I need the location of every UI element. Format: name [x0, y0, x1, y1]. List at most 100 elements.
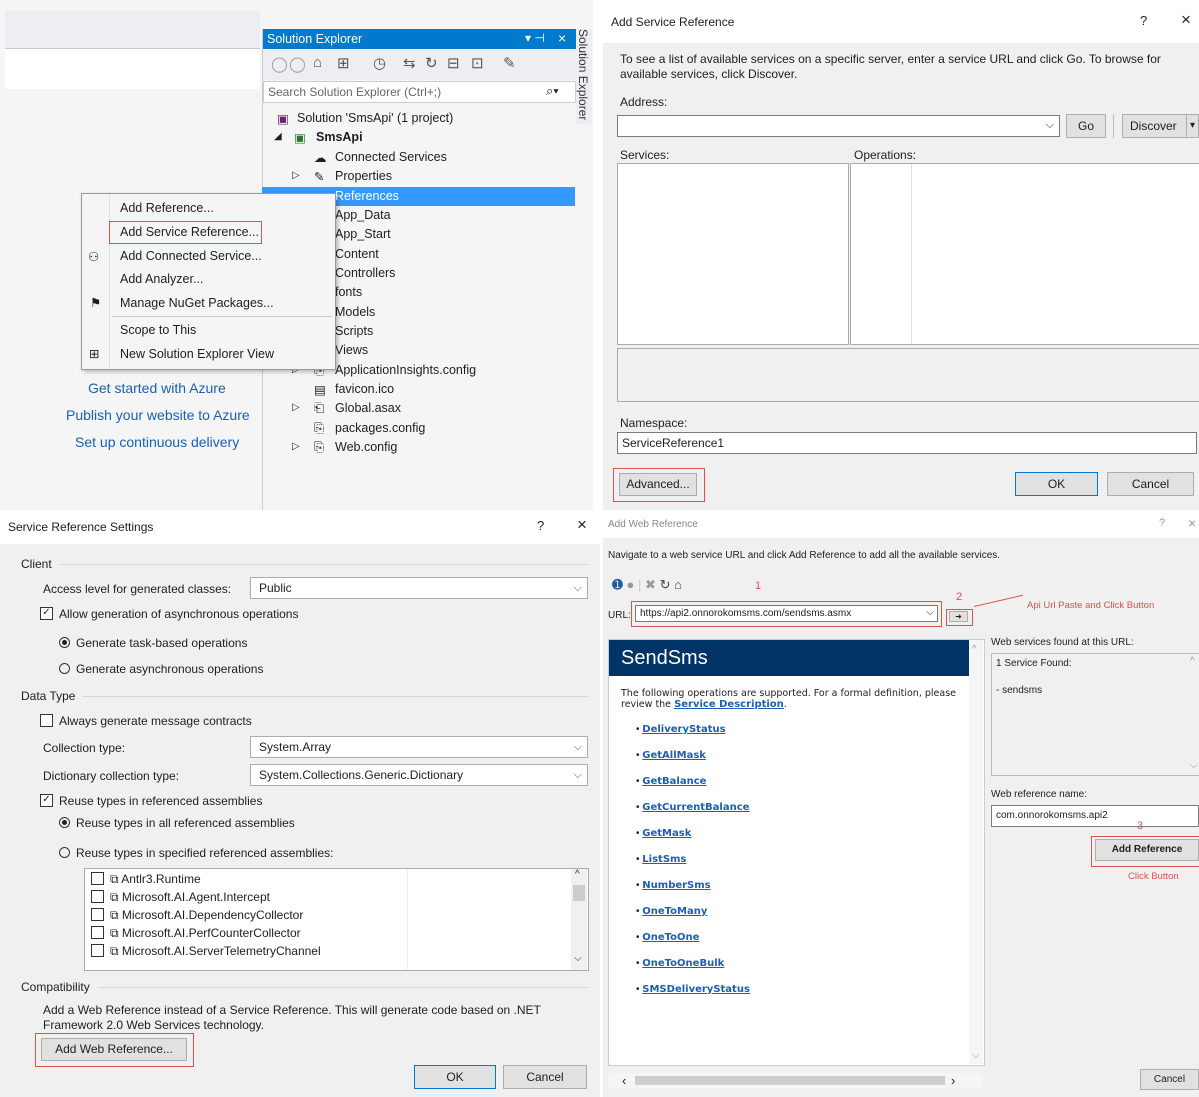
tree-global-asax[interactable]: Global.asax	[335, 401, 401, 415]
history-icon[interactable]: ◷	[373, 54, 386, 72]
back-icon[interactable]: ◯	[271, 55, 288, 73]
menu-add-reference[interactable]: Add Reference...	[120, 201, 214, 215]
access-level-select[interactable]: Public ⌵	[250, 577, 588, 599]
namespace-input[interactable]: ServiceReference1	[617, 432, 1197, 454]
url-input[interactable]: https://api2.onnorokomsms.com/sendsms.as…	[635, 605, 938, 622]
tree-project[interactable]: SmsApi	[316, 130, 363, 144]
tree-app-start[interactable]: App_Start	[335, 227, 391, 241]
chevron-down-icon[interactable]: ▾	[1185, 115, 1195, 137]
add-reference-button[interactable]: Add Reference	[1095, 839, 1199, 861]
cancel-button[interactable]: Cancel	[1140, 1069, 1199, 1090]
add-web-reference-button[interactable]: Add Web Reference...	[41, 1038, 187, 1061]
get-started-azure-link[interactable]: Get started with Azure	[88, 380, 226, 396]
tree-web-config[interactable]: Web.config	[335, 440, 397, 454]
assembly-item[interactable]: ⧉ Microsoft.AI.Agent.Intercept	[91, 890, 270, 905]
scroll-thumb[interactable]	[635, 1076, 945, 1085]
ok-button[interactable]: OK	[414, 1065, 496, 1089]
collection-type-select[interactable]: System.Array ⌵	[250, 736, 588, 758]
expand-arrow-icon[interactable]: ◢	[274, 131, 282, 142]
chevron-down-icon[interactable]: ⌵	[1046, 119, 1054, 132]
cancel-button[interactable]: Cancel	[503, 1065, 587, 1089]
tree-connected-services[interactable]: Connected Services	[335, 150, 447, 164]
ok-button[interactable]: OK	[1015, 472, 1098, 496]
refresh-icon[interactable]: ↻	[660, 577, 671, 592]
scroll-left-icon[interactable]: ‹	[622, 1073, 626, 1088]
show-all-files-icon[interactable]: ⊡	[471, 54, 484, 72]
scroll-down-icon[interactable]: ⌵	[972, 1050, 980, 1061]
assemblies-list[interactable]: ^ ⌵ ⧉ Antlr3.Runtime ⧉ Microsoft.AI.Agen…	[84, 868, 589, 971]
operation-link[interactable]: • ListSms	[636, 854, 686, 865]
tree-references[interactable]: References	[335, 189, 399, 203]
close-button[interactable]: ×	[1181, 10, 1191, 30]
discover-button[interactable]: Discover ▾	[1122, 114, 1199, 138]
menu-add-service-reference[interactable]: Add Service Reference...	[120, 225, 259, 239]
forward-icon[interactable]: ◯	[289, 55, 306, 73]
solution-explorer-side-tab[interactable]: Solution Explorer	[576, 29, 592, 124]
found-item[interactable]: - sendsms	[996, 685, 1042, 696]
switch-views-icon[interactable]: ⊞	[337, 54, 350, 72]
refresh-icon[interactable]: ↻	[425, 54, 438, 72]
pin-icon[interactable]: ▾ ⊣	[525, 31, 545, 45]
task-based-radio[interactable]: Generate task-based operations	[59, 636, 247, 650]
tree-content[interactable]: Content	[335, 247, 379, 261]
tree-views[interactable]: Views	[335, 343, 368, 357]
operation-link[interactable]: • DeliveryStatus	[636, 724, 726, 735]
menu-manage-nuget[interactable]: Manage NuGet Packages...	[120, 296, 274, 310]
always-generate-checkbox[interactable]: Always generate message contracts	[40, 714, 252, 728]
scroll-up-icon[interactable]: ^	[575, 869, 580, 880]
horizontal-scrollbar[interactable]: ‹ ›	[608, 1073, 983, 1088]
operations-list[interactable]	[850, 163, 1199, 345]
home-icon[interactable]: ⌂	[313, 54, 322, 71]
menu-scope-to-this[interactable]: Scope to This	[120, 323, 196, 337]
collapse-arrow-icon[interactable]: ▷	[292, 402, 300, 413]
browser-pane[interactable]: SendSms ^ ⌵ The following operations are…	[608, 639, 985, 1066]
menu-new-solution-explorer-view[interactable]: New Solution Explorer View	[120, 347, 274, 361]
back-icon[interactable]: ➊	[612, 577, 623, 592]
dictionary-type-select[interactable]: System.Collections.Generic.Dictionary ⌵	[250, 764, 588, 786]
scroll-up-icon[interactable]: ^	[1190, 656, 1195, 667]
scroll-down-icon[interactable]: ⌵	[1190, 760, 1198, 771]
stop-icon[interactable]: ✖	[645, 577, 656, 592]
collapse-all-icon[interactable]: ⊟	[447, 54, 460, 72]
operation-link[interactable]: • OneToOne	[636, 932, 699, 943]
close-button[interactable]: ×	[1188, 515, 1196, 531]
help-button[interactable]: ?	[537, 518, 544, 533]
browser-scrollbar[interactable]: ^ ⌵	[969, 640, 983, 1064]
close-button[interactable]: ×	[577, 515, 587, 535]
continuous-delivery-link[interactable]: Set up continuous delivery	[75, 434, 239, 450]
assembly-item[interactable]: ⧉ Microsoft.AI.DependencyCollector	[91, 908, 303, 923]
tree-fonts[interactable]: fonts	[335, 285, 362, 299]
tree-favicon[interactable]: favicon.ico	[335, 382, 394, 396]
collapse-arrow-icon[interactable]: ▷	[292, 170, 300, 181]
tree-app-insights-config[interactable]: ApplicationInsights.config	[335, 363, 476, 377]
forward-icon[interactable]: ●	[627, 577, 635, 592]
sync-icon[interactable]: ⇆	[403, 54, 416, 72]
operation-link[interactable]: • GetCurrentBalance	[636, 802, 749, 813]
assembly-item[interactable]: ⧉ Antlr3.Runtime	[91, 872, 201, 887]
service-description-link[interactable]: Service Description	[674, 699, 784, 710]
operation-link[interactable]: • SMSDeliveryStatus	[636, 984, 750, 995]
tree-scripts[interactable]: Scripts	[335, 324, 373, 338]
assembly-item[interactable]: ⧉ Microsoft.AI.ServerTelemetryChannel	[91, 944, 321, 959]
home-icon[interactable]: ⌂	[674, 577, 682, 592]
go-button[interactable]: Go	[1066, 114, 1106, 138]
scroll-up-icon[interactable]: ^	[972, 644, 977, 655]
chevron-down-icon[interactable]: ⌵	[926, 607, 934, 618]
tree-packages-config[interactable]: packages.config	[335, 421, 425, 435]
reuse-all-radio[interactable]: Reuse types in all referenced assemblies	[59, 816, 295, 830]
operation-link[interactable]: • OneToOneBulk	[636, 958, 724, 969]
properties-wrench-icon[interactable]: ✎	[503, 54, 516, 72]
operation-link[interactable]: • GetAllMask	[636, 750, 706, 761]
scroll-down-icon[interactable]: ⌵	[574, 953, 582, 964]
allow-async-checkbox[interactable]: ✓ Allow generation of asynchronous operat…	[40, 607, 298, 621]
publish-azure-link[interactable]: Publish your website to Azure	[66, 407, 250, 423]
web-ref-name-input[interactable]: com.onnorokomsms.api2	[991, 805, 1199, 827]
reuse-specified-radio[interactable]: Reuse types in specified referenced asse…	[59, 846, 333, 860]
collapse-arrow-icon[interactable]: ▷	[292, 441, 300, 452]
help-button[interactable]: ?	[1140, 13, 1147, 28]
scroll-right-icon[interactable]: ›	[951, 1073, 955, 1088]
menu-add-analyzer[interactable]: Add Analyzer...	[120, 272, 203, 286]
solution-explorer-search[interactable]: Search Solution Explorer (Ctrl+;) ⌕▾	[263, 81, 576, 103]
services-list[interactable]	[617, 163, 849, 345]
address-input[interactable]: ⌵	[617, 115, 1060, 137]
